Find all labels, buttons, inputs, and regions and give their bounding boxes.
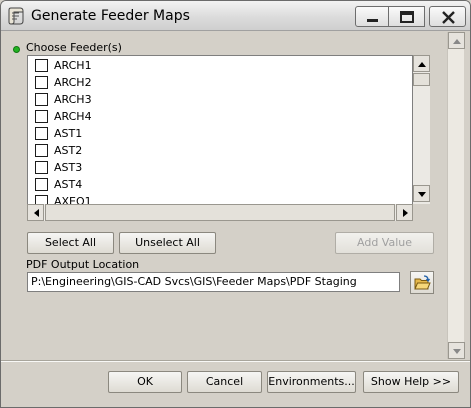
maximize-button[interactable] xyxy=(389,6,425,27)
feeder-name: ARCH4 xyxy=(54,110,92,123)
feeder-list-item[interactable]: ARCH1 xyxy=(35,57,405,74)
close-button[interactable] xyxy=(429,6,466,27)
generate-feeder-maps-dialog: Generate Feeder Maps Choose Feeder(s) AR… xyxy=(0,0,471,408)
select-all-button[interactable]: Select All xyxy=(27,232,114,254)
required-indicator xyxy=(13,46,20,53)
window-title: Generate Feeder Maps xyxy=(31,8,190,24)
add-value-button[interactable]: Add Value xyxy=(335,232,434,254)
feeder-checkbox[interactable] xyxy=(35,161,48,174)
feeder-checkbox[interactable] xyxy=(35,76,48,89)
title-bar[interactable]: Generate Feeder Maps xyxy=(1,1,470,31)
feeder-list-item[interactable]: ARCH4 xyxy=(35,108,405,125)
pdf-output-field[interactable]: P:\Engineering\GIS-CAD Svcs\GIS\Feeder M… xyxy=(27,272,400,292)
arcgis-script-icon xyxy=(8,7,24,25)
feeder-checkbox[interactable] xyxy=(35,127,48,140)
triangle-down-icon xyxy=(418,192,426,197)
minimize-icon xyxy=(367,19,378,22)
list-hscroll-thumb[interactable] xyxy=(45,204,395,221)
feeder-list-item[interactable]: AST1 xyxy=(35,125,405,142)
list-scroll-up-button[interactable] xyxy=(413,55,430,72)
triangle-left-icon xyxy=(34,209,39,217)
feeder-checkbox[interactable] xyxy=(35,59,48,72)
ok-button[interactable]: OK xyxy=(108,371,182,393)
triangle-up-icon xyxy=(453,39,461,44)
browse-folder-button[interactable] xyxy=(410,271,434,294)
feeder-name: ARCH3 xyxy=(54,93,92,106)
close-icon xyxy=(442,11,455,24)
choose-feeder-label: Choose Feeder(s) xyxy=(26,41,122,54)
triangle-up-icon xyxy=(418,62,426,67)
feeder-list-item[interactable]: AST4 xyxy=(35,176,405,193)
feeder-name: AST4 xyxy=(54,178,83,191)
triangle-down-icon xyxy=(453,349,461,354)
feeder-list-item[interactable]: AST2 xyxy=(35,142,405,159)
feeder-list-item[interactable]: ARCH3 xyxy=(35,91,405,108)
cancel-button[interactable]: Cancel xyxy=(187,371,262,393)
feeder-checkbox[interactable] xyxy=(35,110,48,123)
environments-button[interactable]: Environments... xyxy=(267,371,356,393)
feeder-name: AST1 xyxy=(54,127,83,140)
dialog-scroll-up-button[interactable] xyxy=(448,32,465,49)
footer-separator xyxy=(1,360,470,362)
feeder-name: ARCH1 xyxy=(54,59,92,72)
feeder-list-item[interactable]: AST3 xyxy=(35,159,405,176)
maximize-icon xyxy=(400,11,414,23)
feeder-list-horizontal-scrollbar[interactable] xyxy=(27,204,413,221)
open-folder-icon xyxy=(414,275,431,290)
feeder-list[interactable]: ARCH1 ARCH2 ARCH3 ARCH4 AST1 AST2 AST3 A… xyxy=(27,55,413,221)
feeder-name: ARCH2 xyxy=(54,76,92,89)
feeder-checkbox[interactable] xyxy=(35,93,48,106)
triangle-right-icon xyxy=(403,209,408,217)
feeder-checkbox[interactable] xyxy=(35,144,48,157)
show-help-button[interactable]: Show Help >> xyxy=(363,371,459,393)
feeder-checkbox[interactable] xyxy=(35,178,48,191)
scrollbar-corner xyxy=(413,204,430,221)
list-scroll-right-button[interactable] xyxy=(396,204,413,221)
dialog-vertical-scrollbar[interactable] xyxy=(447,32,465,359)
minimize-button[interactable] xyxy=(355,6,389,27)
list-scroll-down-button[interactable] xyxy=(413,185,430,202)
unselect-all-button[interactable]: Unselect All xyxy=(119,232,216,254)
feeder-name: AST3 xyxy=(54,161,83,174)
dialog-scroll-down-button[interactable] xyxy=(448,342,465,359)
feeder-list-item[interactable]: ARCH2 xyxy=(35,74,405,91)
list-scroll-thumb[interactable] xyxy=(413,73,430,86)
feeder-name: AST2 xyxy=(54,144,83,157)
list-scroll-left-button[interactable] xyxy=(27,204,44,221)
feeder-list-vertical-scrollbar[interactable] xyxy=(413,55,430,205)
pdf-output-label: PDF Output Location xyxy=(26,258,140,271)
